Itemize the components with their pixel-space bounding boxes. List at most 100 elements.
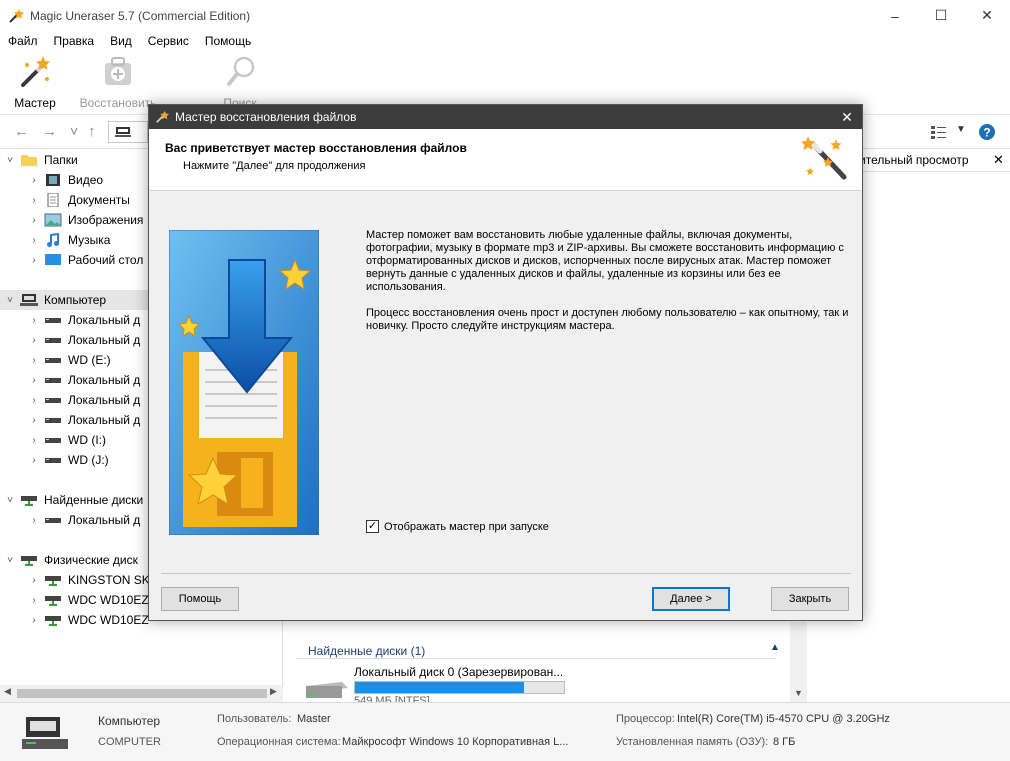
close-window-button[interactable]: ✕: [964, 0, 1010, 31]
minimize-button[interactable]: –: [872, 0, 918, 31]
folder-icon: [21, 155, 37, 166]
forward-arrow-icon[interactable]: →: [42, 123, 57, 140]
restore-icon: [105, 57, 131, 85]
view-mode-icon[interactable]: [930, 124, 948, 140]
chevron-right-icon[interactable]: ›: [28, 415, 40, 426]
title-bar: Magic Uneraser 5.7 (Commercial Edition) …: [0, 0, 1010, 31]
chevron-right-icon[interactable]: ›: [28, 515, 40, 526]
status-user-label: Пользователь:: [217, 713, 292, 725]
tree-item-label: WDC WD10EZ: [68, 613, 149, 627]
tree-item-label: Локальный д: [68, 393, 141, 407]
menu-bar: Файл Правка Вид Сервис Помощь: [0, 31, 1010, 51]
magic-wand-icon: [21, 56, 50, 87]
menu-tools[interactable]: Сервис: [140, 34, 197, 48]
chevron-down-icon[interactable]: ˅: [4, 295, 16, 306]
dialog-subheading: Нажмите "Далее" для продолжения: [183, 160, 366, 172]
show-wizard-checkbox[interactable]: ✓ Отображать мастер при запуске: [366, 520, 549, 533]
tree-item-label: Рабочий стол: [68, 253, 144, 267]
dialog-header: Вас приветствует мастер восстановления ф…: [149, 129, 862, 191]
tree-horizontal-scrollbar[interactable]: ◀ ▶: [0, 685, 283, 702]
tree-item-label: Документы: [68, 193, 130, 207]
status-cpu-label: Процессор:: [616, 713, 675, 725]
content-vertical-scrollbar[interactable]: ▼: [790, 622, 807, 702]
section-divider: [296, 658, 776, 659]
description-paragraph: Мастер поможет вам восстановить любые уд…: [366, 229, 844, 293]
found-disk-name[interactable]: Локальный диск 0 (Зарезервирован...: [354, 665, 563, 679]
search-button[interactable]: Поиск: [218, 55, 262, 110]
restore-button[interactable]: Восстановить: [78, 55, 158, 110]
restore-label: Восстановить: [79, 96, 157, 110]
chevron-right-icon[interactable]: ›: [28, 335, 40, 346]
menu-help[interactable]: Помощь: [197, 34, 259, 48]
chevron-right-icon[interactable]: ›: [28, 235, 40, 246]
chevron-right-icon[interactable]: ›: [28, 395, 40, 406]
scroll-right-icon[interactable]: ▶: [270, 686, 277, 697]
checkbox-label: Отображать мастер при запуске: [384, 520, 549, 533]
chevron-right-icon[interactable]: ›: [28, 195, 40, 206]
dialog-close-button[interactable]: ✕: [832, 105, 862, 129]
dialog-description: Мастер поможет вам восстановить любые уд…: [366, 229, 856, 346]
scrollbar-thumb[interactable]: [17, 689, 267, 698]
chevron-down-icon[interactable]: ˅: [4, 155, 16, 166]
status-user-value: Master: [297, 713, 331, 725]
help-icon[interactable]: ?: [978, 123, 996, 141]
documents-icon: [47, 193, 59, 207]
found-disks-section: Найденные диски (1) ▲ Локальный диск 0 (…: [296, 640, 791, 702]
help-button[interactable]: Помощь: [161, 587, 239, 611]
drive-icon: [45, 518, 61, 523]
menu-view[interactable]: Вид: [102, 34, 140, 48]
image-icon: [44, 213, 62, 227]
app-logo-icon: [9, 8, 24, 23]
drive-icon: [45, 358, 61, 363]
preview-title: ительный просмотр: [859, 153, 969, 167]
chevron-right-icon[interactable]: ›: [28, 435, 40, 446]
computer-icon: [20, 294, 38, 306]
chevron-right-icon[interactable]: ›: [28, 455, 40, 466]
chevron-right-icon[interactable]: ›: [28, 255, 40, 266]
drive-icon: [45, 438, 61, 443]
video-icon: [46, 174, 60, 186]
tree-item-label: Локальный д: [68, 313, 141, 327]
chevron-right-icon[interactable]: ›: [28, 315, 40, 326]
tree-item-label: Компьютер: [44, 293, 107, 307]
search-icon: [227, 56, 255, 86]
up-arrow-icon[interactable]: ↑: [88, 123, 96, 140]
drive-icon: [45, 418, 61, 423]
music-icon: [47, 233, 59, 247]
next-button[interactable]: Далее >: [652, 587, 730, 611]
chevron-right-icon[interactable]: ›: [28, 355, 40, 366]
drive-icon: [45, 378, 61, 383]
dialog-title-bar: Мастер восстановления файлов ✕: [149, 105, 862, 129]
checkbox-check-icon[interactable]: ✓: [366, 520, 379, 533]
scroll-left-icon[interactable]: ◀: [4, 686, 11, 697]
close-button[interactable]: Закрыть: [771, 587, 849, 611]
scroll-down-icon[interactable]: ▼: [794, 688, 803, 698]
disk-icon: [45, 616, 61, 626]
chevron-right-icon[interactable]: ›: [28, 215, 40, 226]
dropdown-chevron-icon[interactable]: ˅: [70, 123, 78, 139]
found-disks-icon: [21, 496, 37, 506]
address-bar[interactable]: [108, 121, 148, 143]
wizard-button[interactable]: Мастер: [10, 55, 60, 110]
chevron-right-icon[interactable]: ›: [28, 175, 40, 186]
chevron-down-icon[interactable]: ˅: [4, 555, 16, 566]
chevron-right-icon[interactable]: ›: [28, 595, 40, 606]
description-paragraph: Процесс восстановления очень прост и дос…: [366, 307, 849, 332]
chevron-right-icon[interactable]: ›: [28, 575, 40, 586]
chevron-right-icon[interactable]: ›: [28, 375, 40, 386]
menu-file[interactable]: Файл: [0, 34, 46, 48]
chevron-down-icon[interactable]: ˅: [4, 495, 16, 506]
tree-item-label: Папки: [44, 153, 78, 167]
chevron-right-icon[interactable]: ›: [28, 615, 40, 626]
collapse-icon[interactable]: ▲: [770, 642, 780, 653]
view-dropdown-icon[interactable]: ▼: [956, 124, 966, 135]
tree-item-label: Физические диск: [44, 553, 138, 567]
back-arrow-icon[interactable]: ←: [14, 123, 29, 140]
status-computer-sub: COMPUTER: [98, 736, 161, 748]
maximize-button[interactable]: ☐: [918, 0, 964, 31]
tree-item-label: Локальный д: [68, 373, 141, 387]
menu-edit[interactable]: Правка: [46, 34, 103, 48]
tree-item-label: Локальный д: [68, 513, 141, 527]
tree-item-label: WDC WD10EZ: [68, 593, 149, 607]
preview-close-icon[interactable]: ✕: [993, 152, 1004, 168]
